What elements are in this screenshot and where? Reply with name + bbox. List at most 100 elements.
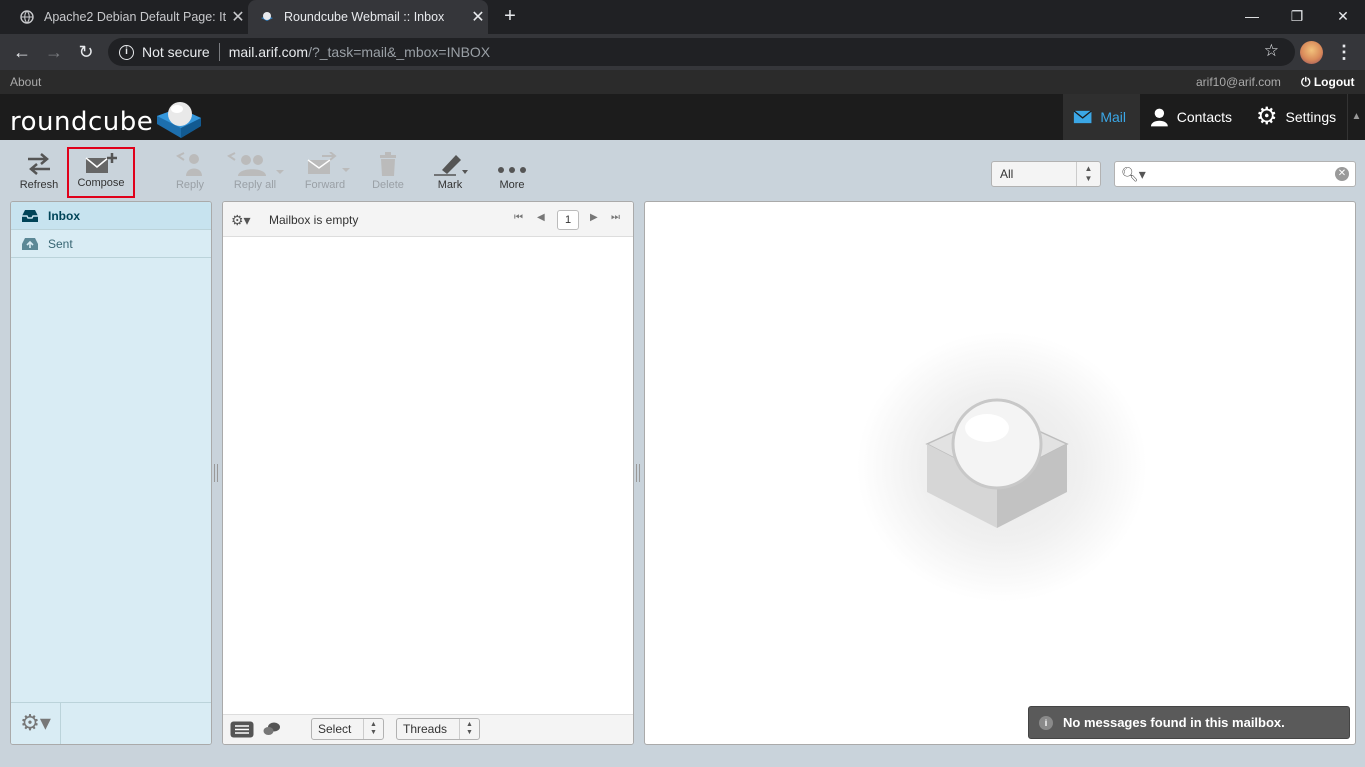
- url-host[interactable]: mail.arif.com: [229, 44, 308, 60]
- threads-label: Threads: [403, 722, 448, 736]
- search-filter-select[interactable]: All ▲ ▼: [991, 161, 1101, 187]
- logout-link[interactable]: ⏻ Logout: [1301, 75, 1355, 90]
- new-tab-button[interactable]: +: [498, 5, 522, 29]
- mark-label: Mark: [437, 179, 463, 191]
- task-mail-label: Mail: [1100, 109, 1126, 125]
- task-mail-button[interactable]: Mail: [1063, 94, 1140, 140]
- select-menu-button[interactable]: Select ▲ ▼: [311, 718, 384, 740]
- logo-text: roundcube: [10, 107, 154, 137]
- first-page-icon[interactable]: ⏮: [514, 212, 523, 223]
- reply-all-button[interactable]: Reply all: [222, 152, 288, 198]
- mark-icon: [434, 155, 468, 176]
- info-icon: i: [1039, 715, 1053, 730]
- about-link[interactable]: About: [10, 75, 41, 89]
- message-list-footer: Select ▲ ▼ Threads ▲ ▼: [223, 714, 633, 744]
- bookmark-star-icon[interactable]: ☆: [1264, 41, 1279, 61]
- inbox-icon: [22, 209, 38, 222]
- task-settings-label: Settings: [1285, 109, 1337, 125]
- delete-button[interactable]: Delete: [358, 152, 418, 198]
- restore-icon[interactable]: ❐: [1285, 4, 1309, 28]
- reply-icon: [176, 152, 202, 176]
- last-page-icon[interactable]: ⏭: [611, 212, 620, 223]
- folder-list: Inbox Sent ⚙▾: [10, 201, 212, 745]
- task-contacts-button[interactable]: Contacts: [1140, 94, 1246, 140]
- select-arrows-icon: ▲ ▼: [1076, 162, 1100, 186]
- info-icon[interactable]: i: [119, 44, 134, 60]
- roundcube-favicon-icon: [261, 12, 273, 21]
- logout-label: Logout: [1313, 75, 1355, 89]
- list-options-gear-icon[interactable]: ⚙▾: [231, 212, 251, 229]
- roundcube-cube-icon: [157, 102, 202, 138]
- taskbar-toggle[interactable]: ▲: [1347, 94, 1365, 140]
- compose-label: Compose: [77, 177, 125, 189]
- notification-toast[interactable]: i No messages found in this mailbox.: [1028, 706, 1350, 739]
- folder-label: Inbox: [48, 208, 80, 223]
- window-close-icon[interactable]: ✕: [1331, 4, 1355, 28]
- taskbar: Mail Contacts ⚙ Settings: [1063, 94, 1361, 140]
- more-button[interactable]: More: [482, 152, 542, 198]
- minimize-icon[interactable]: —: [1240, 4, 1264, 28]
- reply-label: Reply: [175, 179, 205, 191]
- folder-label: Sent: [48, 236, 73, 251]
- header: roundcube Mail Contacts ⚙ Settings ▲: [0, 94, 1365, 140]
- splitter-handle[interactable]: [636, 464, 640, 482]
- forward-label: Forward: [304, 179, 346, 191]
- divider: [218, 43, 220, 61]
- splitter-handle[interactable]: [214, 464, 218, 482]
- url-path[interactable]: /?_task=mail&_mbox=INBOX: [308, 44, 490, 60]
- threads-menu-button[interactable]: Threads ▲ ▼: [396, 718, 480, 740]
- gear-icon: ⚙: [1256, 103, 1278, 130]
- reload-icon[interactable]: ↻: [74, 40, 98, 64]
- select-label: Select: [318, 722, 352, 736]
- close-tab-icon[interactable]: ✕: [468, 7, 488, 27]
- topline: About arif10@arif.com ⏻ Logout: [0, 70, 1365, 94]
- browser-menu-icon[interactable]: ⋮: [1334, 40, 1354, 64]
- power-icon: ⏻: [1301, 75, 1311, 89]
- next-page-icon[interactable]: ▶: [590, 212, 598, 223]
- search-reset-icon[interactable]: ✕: [1335, 167, 1349, 181]
- roundcube-logo[interactable]: roundcube: [10, 98, 203, 140]
- address-bar[interactable]: i Not secure mail.arif.com/?_task=mail&_…: [108, 38, 1295, 66]
- list-mode-icon[interactable]: [230, 721, 254, 738]
- trash-icon: [380, 152, 396, 176]
- notification-text: No messages found in this mailbox.: [1063, 715, 1285, 730]
- profile-avatar[interactable]: [1300, 41, 1323, 64]
- task-settings-button[interactable]: ⚙ Settings: [1246, 94, 1361, 140]
- forward-icon: [307, 152, 350, 174]
- refresh-button[interactable]: Refresh: [9, 152, 69, 198]
- forward-button[interactable]: Forward: [294, 152, 356, 198]
- browser-tab-apache[interactable]: Apache2 Debian Default Page: It ✕: [8, 0, 248, 34]
- browser-tab-roundcube[interactable]: Roundcube Webmail :: Inbox ✕: [248, 0, 488, 34]
- reply-button[interactable]: Reply: [160, 152, 220, 198]
- back-icon[interactable]: ←: [10, 40, 34, 64]
- previous-page-icon[interactable]: ◀: [537, 212, 545, 223]
- task-contacts-label: Contacts: [1176, 109, 1232, 125]
- security-label[interactable]: Not secure: [142, 44, 210, 60]
- roundcube-watermark-icon: [925, 398, 1069, 528]
- delete-label: Delete: [372, 179, 404, 191]
- folder-list-footer: ⚙▾: [11, 702, 211, 744]
- browser-tab-strip: Apache2 Debian Default Page: It ✕ Roundc…: [0, 0, 1365, 34]
- compose-button[interactable]: Compose: [67, 147, 135, 198]
- more-icon: [498, 167, 526, 173]
- message-toolbar: Refresh Compose Reply Reply all Forward …: [0, 140, 980, 200]
- tab-title: Roundcube Webmail :: Inbox: [284, 10, 445, 24]
- sent-icon: [22, 237, 38, 250]
- folder-sent[interactable]: Sent: [11, 230, 211, 258]
- folder-inbox[interactable]: Inbox: [11, 202, 211, 230]
- close-tab-icon[interactable]: ✕: [228, 7, 248, 27]
- message-list-header: ⚙▾ Mailbox is empty ⏮ ◀ 1 ▶ ⏭: [223, 202, 633, 237]
- search-icon[interactable]: 🔍︎▾: [1121, 166, 1146, 183]
- folder-options-gear-icon[interactable]: ⚙▾: [11, 703, 61, 744]
- forward-icon[interactable]: →: [42, 40, 66, 64]
- message-list: ⚙▾ Mailbox is empty ⏮ ◀ 1 ▶ ⏭ Select ▲ ▼ …: [222, 201, 634, 745]
- globe-icon: [20, 10, 34, 24]
- page-number[interactable]: 1: [557, 210, 579, 230]
- mark-button[interactable]: Mark: [420, 152, 480, 198]
- message-count: Mailbox is empty: [269, 213, 359, 227]
- search-input[interactable]: 🔍︎▾ ✕: [1114, 161, 1356, 187]
- reply-all-label: Reply all: [233, 179, 277, 191]
- threads-mode-icon[interactable]: [263, 722, 281, 736]
- select-arrows-icon: ▲ ▼: [459, 719, 479, 739]
- message-preview-pane: [644, 201, 1356, 745]
